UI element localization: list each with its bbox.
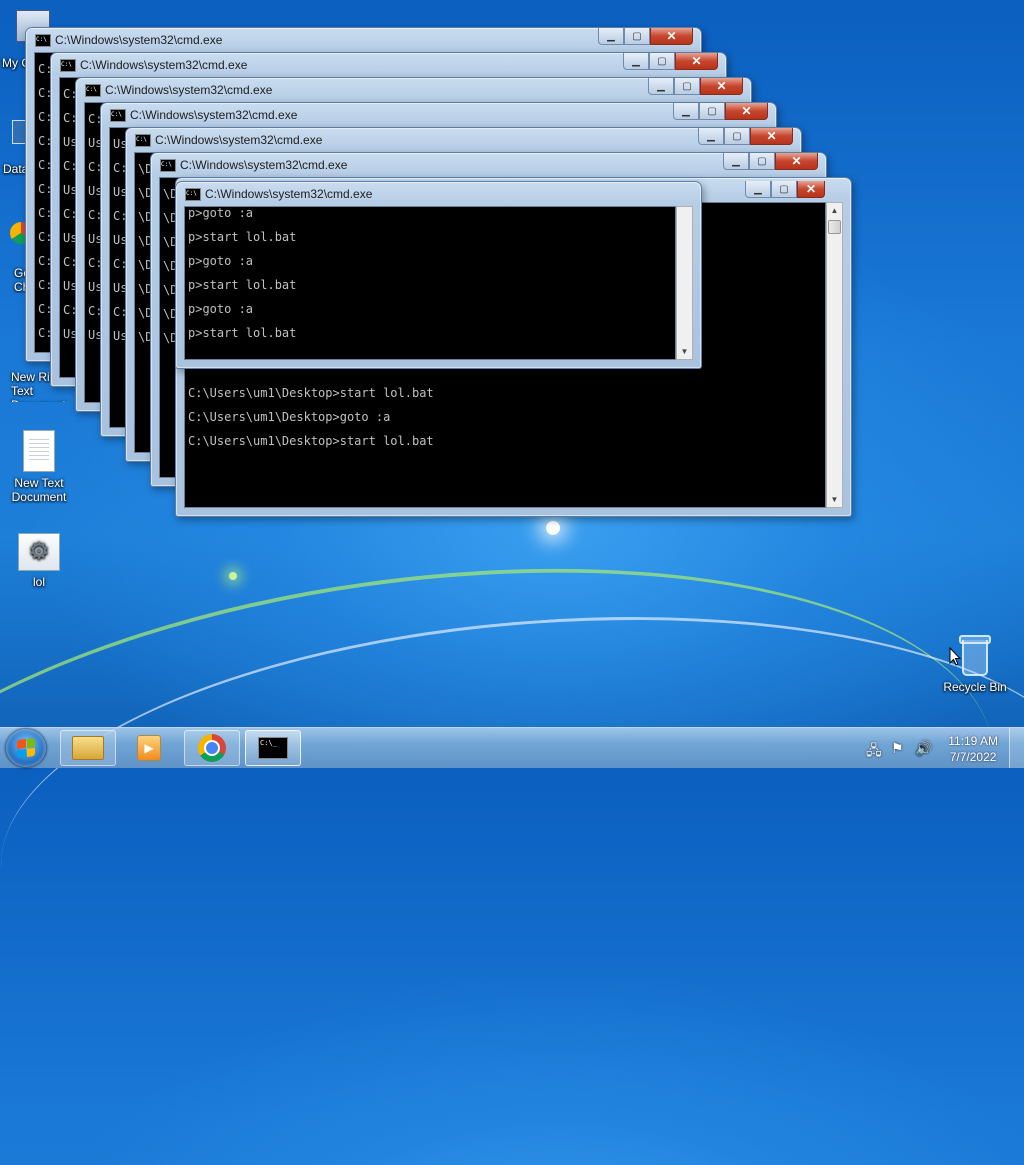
window-titlebar[interactable]: C:\ C:\Windows\system32\cmd.exe ▁ ▢ ✕ <box>101 103 776 127</box>
windows-logo-icon <box>17 738 35 758</box>
show-desktop-button[interactable] <box>1009 728 1024 768</box>
folder-icon <box>72 736 104 760</box>
window-titlebar[interactable]: C:\ C:\Windows\system32\cmd.exe ▁ ▢ ✕ <box>126 128 801 152</box>
window-title: C:\Windows\system32\cmd.exe <box>180 158 348 172</box>
cmd-icon: C:\ <box>35 34 51 47</box>
window-titlebar[interactable]: C:\ C:\Windows\system32\cmd.exe ▁ ▢ ✕ <box>76 78 751 102</box>
text-document-icon <box>23 430 55 472</box>
maximize-button[interactable]: ▢ <box>724 128 750 145</box>
wallpaper-glow <box>546 521 560 535</box>
desktop-icon-new-text[interactable]: New Text Document <box>1 430 77 504</box>
mouse-cursor-icon <box>949 647 961 666</box>
scroll-down-icon[interactable]: ▼ <box>677 344 692 359</box>
maximize-button[interactable]: ▢ <box>674 78 700 95</box>
window-titlebar[interactable]: C:\ C:\Windows\system32\cmd.exe ▁ ▢ ✕ <box>26 28 701 52</box>
maximize-button[interactable]: ▢ <box>749 153 775 170</box>
window-titlebar[interactable]: C:\ C:\Windows\system32\cmd.exe <box>176 182 701 206</box>
network-icon[interactable]: 🖧 <box>866 740 882 764</box>
cmd-icon: C:\ <box>160 159 176 172</box>
window-title: C:\Windows\system32\cmd.exe <box>130 108 298 122</box>
taskbar-cmd-button[interactable]: C:\_ <box>245 730 301 766</box>
action-center-flag-icon[interactable]: ⚑ <box>891 740 904 757</box>
clock[interactable]: 11:19 AM 7/7/2022 <box>948 733 998 765</box>
close-button[interactable]: ✕ <box>675 53 718 70</box>
desktop-icon-label: lol <box>32 575 45 589</box>
window-titlebar[interactable]: C:\ C:\Windows\system32\cmd.exe ▁ ▢ ✕ <box>51 53 726 77</box>
desktop-icon-label: New Text Document <box>11 476 67 504</box>
console-text: C:\Users\um1\Desktop>start lol.bat C:\Us… <box>188 386 434 448</box>
maximize-button[interactable]: ▢ <box>649 53 675 70</box>
cmd-window-7[interactable]: C:\ C:\Windows\system32\cmd.exe p>goto :… <box>175 181 702 369</box>
minimize-button[interactable]: ▁ <box>598 28 624 45</box>
taskbar-chrome-button[interactable] <box>184 730 240 766</box>
chrome-icon <box>198 734 226 762</box>
window-title: C:\Windows\system32\cmd.exe <box>55 33 223 47</box>
window-controls[interactable]: ▁ ▢ ✕ <box>745 181 1016 198</box>
close-button[interactable]: ✕ <box>775 153 818 170</box>
cmd-icon: C:\ <box>85 84 101 97</box>
close-button[interactable]: ✕ <box>797 181 825 198</box>
close-button[interactable]: ✕ <box>700 78 743 95</box>
maximize-button[interactable]: ▢ <box>624 28 650 45</box>
close-button[interactable]: ✕ <box>725 103 768 120</box>
minimize-button[interactable]: ▁ <box>745 181 771 198</box>
maximize-button[interactable]: ▢ <box>771 181 797 198</box>
scroll-thumb[interactable] <box>828 220 841 234</box>
media-player-icon: ▶ <box>137 735 161 761</box>
window-title: C:\Windows\system32\cmd.exe <box>205 187 373 201</box>
window-title: C:\Windows\system32\cmd.exe <box>80 58 248 72</box>
minimize-button[interactable]: ▁ <box>673 103 699 120</box>
volume-icon[interactable]: 🔊 <box>915 740 932 757</box>
cmd-icon: C:\ <box>135 134 151 147</box>
start-button[interactable] <box>6 729 46 767</box>
clock-date: 7/7/2022 <box>949 750 997 764</box>
maximize-button[interactable]: ▢ <box>699 103 725 120</box>
taskbar: ▶ C:\_ 🖧 ⚑ 🔊 11:19 AM 7/7/2022 <box>0 727 1024 768</box>
console-output[interactable]: p>goto :a p>start lol.bat p>goto :a p>st… <box>184 206 676 360</box>
window-titlebar[interactable]: C:\ C:\Windows\system32\cmd.exe ▁ ▢ ✕ <box>151 153 826 177</box>
minimize-button[interactable]: ▁ <box>698 128 724 145</box>
cmd-icon: C:\ <box>60 59 76 72</box>
window-title: C:\Windows\system32\cmd.exe <box>155 133 323 147</box>
minimize-button[interactable]: ▁ <box>623 53 649 70</box>
clock-time: 11:19 AM <box>948 734 998 748</box>
wallpaper-glow-green <box>229 572 237 580</box>
desktop-icon-label: Recycle Bin <box>943 680 1007 694</box>
batch-file-gear-icon: ⚙ <box>18 533 60 571</box>
cmd-icon: C:\ <box>110 109 126 122</box>
close-button[interactable]: ✕ <box>650 28 693 45</box>
close-button[interactable]: ✕ <box>750 128 793 145</box>
desktop-icon-lol[interactable]: ⚙ lol <box>1 533 77 589</box>
minimize-button[interactable]: ▁ <box>648 78 674 95</box>
console-text: p>goto :a p>start lol.bat p>goto :a p>st… <box>188 206 297 340</box>
recycle-bin-icon <box>958 632 992 676</box>
scroll-up-icon[interactable]: ▲ <box>827 203 842 218</box>
window-title: C:\Windows\system32\cmd.exe <box>105 83 273 97</box>
taskbar-media-player-button[interactable]: ▶ <box>121 730 177 766</box>
cmd-icon: C:\_ <box>258 737 288 759</box>
cmd-icon: C:\ <box>185 188 201 201</box>
taskbar-explorer-button[interactable] <box>60 730 116 766</box>
minimize-button[interactable]: ▁ <box>723 153 749 170</box>
scroll-down-icon[interactable]: ▼ <box>827 492 842 507</box>
vertical-scrollbar[interactable]: ▼ <box>676 206 693 360</box>
vertical-scrollbar[interactable]: ▲▼ <box>826 202 843 508</box>
